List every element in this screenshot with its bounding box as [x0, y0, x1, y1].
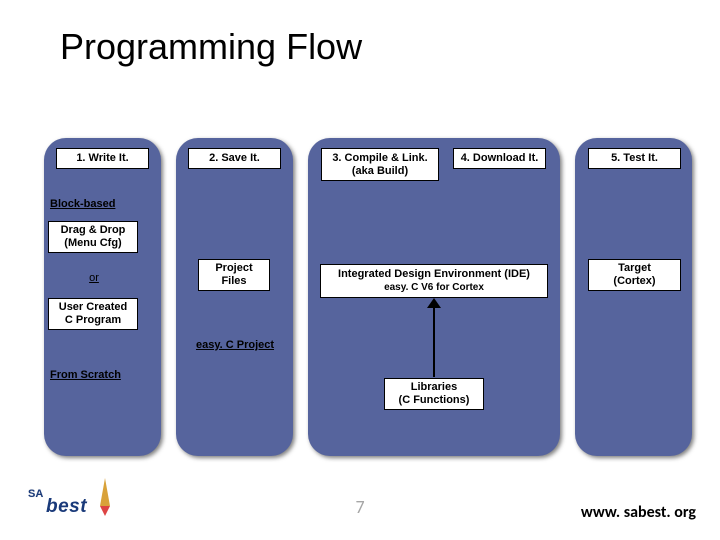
- label-block-based: Block-based: [48, 195, 126, 213]
- label-easyc-project: easy. C Project: [185, 336, 285, 354]
- box-target: Target(Cortex): [588, 259, 681, 291]
- step-header-test: 5. Test It.: [588, 148, 681, 169]
- slide: Programming Flow 1. Write It. 2. Save It…: [0, 0, 720, 540]
- column-test: [575, 138, 692, 456]
- box-libraries: Libraries(C Functions): [384, 378, 484, 410]
- slide-title: Programming Flow: [60, 26, 362, 68]
- footer-url: www. sabest. org: [581, 503, 696, 522]
- box-project-files: ProjectFiles: [198, 259, 270, 291]
- arrow-libraries-to-ide-line: [433, 303, 435, 377]
- step-header-save: 2. Save It.: [188, 148, 281, 169]
- arrow-libraries-to-ide-head: [427, 298, 441, 308]
- column-save: [176, 138, 293, 456]
- box-ide: Integrated Design Environment (IDE) easy…: [320, 264, 548, 298]
- step-header-write: 1. Write It.: [56, 148, 149, 169]
- step-header-download: 4. Download It.: [453, 148, 546, 169]
- label-from-scratch: From Scratch: [48, 366, 140, 384]
- box-drag-drop: Drag & Drop(Menu Cfg): [48, 221, 138, 253]
- label-or: or: [74, 270, 114, 286]
- ide-subtitle: easy. C V6 for Cortex: [384, 282, 484, 294]
- column-write: [44, 138, 161, 456]
- step-header-build: 3. Compile & Link.(aka Build): [321, 148, 439, 181]
- ide-title: Integrated Design Environment (IDE): [338, 268, 530, 281]
- box-user-c-program: User CreatedC Program: [48, 298, 138, 330]
